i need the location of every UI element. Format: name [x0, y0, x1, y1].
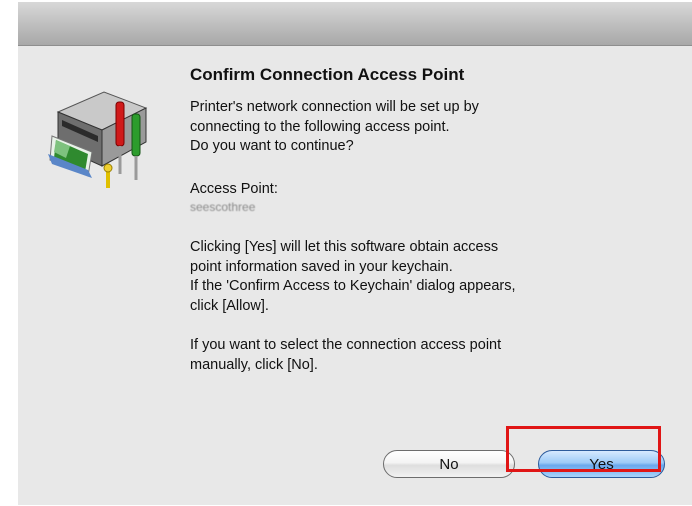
access-point-value: seescothree	[190, 200, 256, 214]
confirm-connection-dialog: Confirm Connection Access Point Printer'…	[18, 2, 692, 505]
dialog-title: Confirm Connection Access Point	[190, 65, 465, 84]
button-row: No Yes	[18, 448, 692, 484]
manual-selection-message: If you want to select the connection acc…	[190, 337, 502, 373]
yes-button[interactable]: Yes	[538, 450, 665, 478]
keychain-message: Clicking [Yes] will let this software ob…	[190, 239, 516, 314]
window-title-bar[interactable]	[18, 2, 692, 46]
access-point-label: Access Point:	[190, 180, 278, 197]
intro-message: Printer's network connection will be set…	[190, 99, 479, 154]
no-button[interactable]: No	[383, 450, 515, 478]
printer-setup-icon	[48, 74, 176, 202]
dialog-content: Confirm Connection Access Point Printer'…	[190, 64, 630, 375]
